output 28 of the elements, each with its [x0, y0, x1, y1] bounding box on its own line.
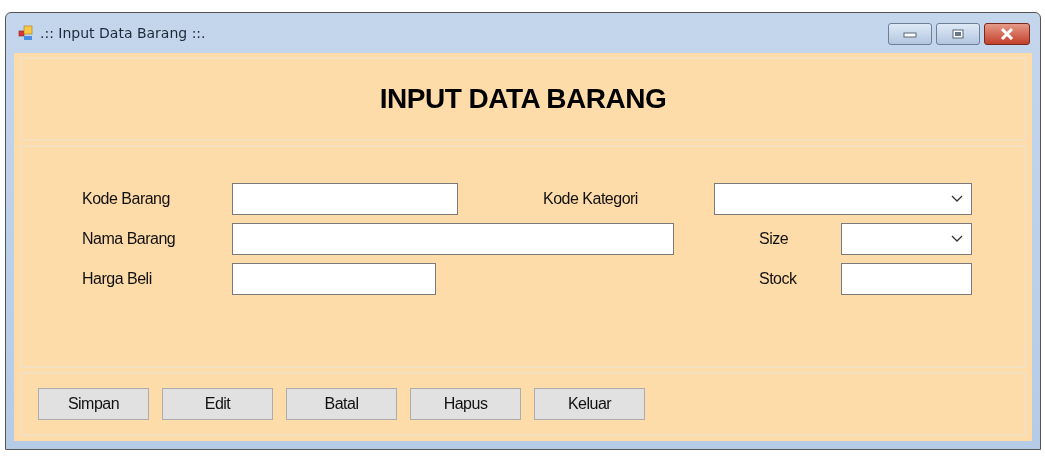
action-button[interactable]: Batal [286, 388, 397, 420]
field-label: Stock [759, 270, 798, 288]
field-label: Size [759, 230, 790, 248]
close-icon [1000, 28, 1014, 40]
action-button[interactable]: Hapus [410, 388, 521, 420]
minimize-icon [903, 30, 917, 38]
action-button[interactable]: Simpan [38, 388, 149, 420]
dropdown-field[interactable] [841, 223, 972, 255]
action-button[interactable]: Keluar [534, 388, 645, 420]
app-icon [18, 25, 34, 41]
input-field[interactable] [232, 183, 458, 215]
chevron-down-icon [951, 235, 963, 243]
field-label: Nama Barang [82, 230, 177, 248]
input-field[interactable] [232, 223, 674, 255]
input-field[interactable] [841, 263, 972, 295]
action-button[interactable]: Edit [162, 388, 273, 420]
field-label: Kode Barang [82, 190, 171, 208]
minimize-button[interactable] [888, 23, 932, 45]
field-label: Kode Kategori [543, 190, 639, 208]
close-button[interactable] [984, 23, 1030, 45]
maximize-button[interactable] [936, 23, 980, 45]
form-heading: INPUT DATA BARANG [379, 83, 667, 115]
dropdown-field[interactable] [714, 183, 972, 215]
input-field[interactable] [232, 263, 436, 295]
chevron-down-icon [951, 195, 963, 203]
window-title: .:: Input Data Barang ::. [40, 25, 206, 41]
field-label: Harga Beli [82, 270, 153, 288]
maximize-icon [951, 29, 965, 39]
